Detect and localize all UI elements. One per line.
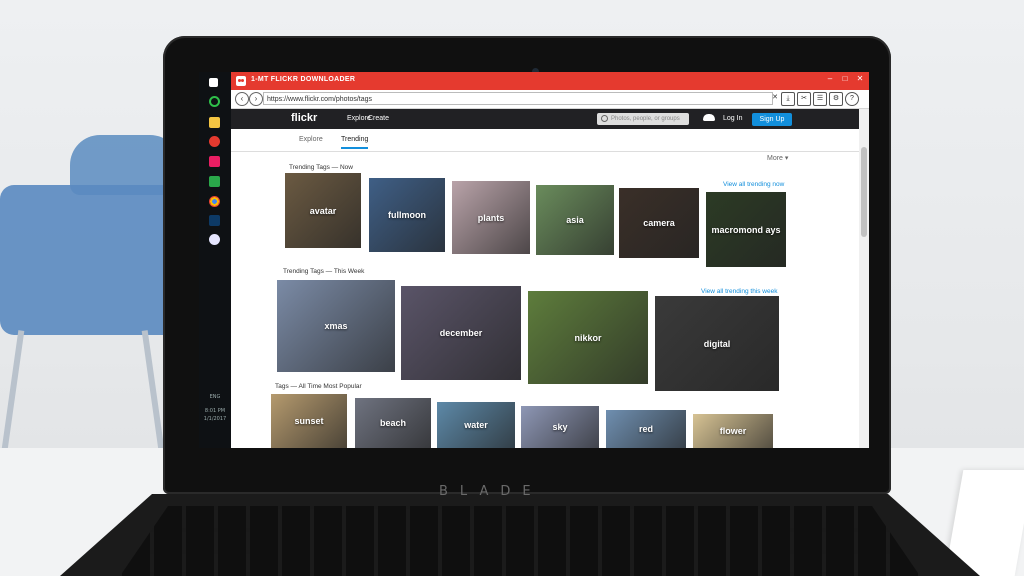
search-placeholder: Photos, people, or groups (611, 116, 680, 122)
downloader-icon[interactable] (209, 234, 220, 245)
tag-tile[interactable]: nikkor (528, 291, 648, 384)
tag-tile[interactable]: macromond ays (706, 192, 786, 267)
tag-tile[interactable]: red (606, 410, 686, 448)
tag-label: asia (566, 215, 584, 225)
tag-label: red (638, 424, 653, 434)
scrollbar[interactable] (859, 109, 869, 448)
nav-create[interactable]: Create (368, 115, 389, 122)
tag-label: nikkor (574, 332, 602, 343)
url-field[interactable]: https://www.flickr.com/photos/tags (263, 92, 773, 105)
tag-tile[interactable]: plants (452, 181, 530, 254)
screen: ENG 8:01 PM 1/1/2017 1-MT FLICKR DOWNLOA… (199, 72, 869, 448)
clock-time[interactable]: 8:01 PM (201, 408, 229, 414)
maximize-button[interactable]: □ (838, 74, 852, 83)
signup-button[interactable]: Sign Up (752, 113, 792, 126)
close-button[interactable]: ✕ (853, 74, 867, 83)
view-all-week-link[interactable]: View all trending this week (701, 288, 777, 295)
section-title-now: Trending Tags — Now (289, 164, 353, 171)
tag-label: beach (379, 418, 406, 428)
app-icon[interactable] (209, 156, 220, 167)
language-indicator[interactable]: ENG (201, 394, 229, 400)
tag-label: water (464, 420, 488, 430)
tag-label: flower (719, 426, 747, 436)
tag-label: plants (477, 212, 505, 223)
flickr-logo[interactable]: flickr (291, 112, 317, 124)
tag-label: camera (643, 218, 675, 228)
tools-icon[interactable]: ✂ (797, 92, 811, 106)
flickr-header: flickr Explore Create Photos, people, or… (231, 109, 859, 129)
tag-label: digital (703, 338, 731, 349)
chair-leg (141, 330, 165, 450)
app-title: 1-MT FLICKR DOWNLOADER (251, 76, 356, 83)
tag-tile[interactable]: xmas (277, 280, 395, 372)
title-bar: 1-MT FLICKR DOWNLOADER – □ ✕ (231, 72, 869, 90)
login-link[interactable]: Log In (723, 115, 742, 122)
tag-tile[interactable]: sunset (271, 394, 347, 448)
tag-tile[interactable]: digital (655, 296, 779, 391)
tag-tile[interactable]: camera (619, 188, 699, 258)
tag-label: sunset (294, 416, 324, 426)
search-icon (601, 115, 608, 122)
app-icon[interactable] (209, 136, 220, 147)
section-title-week: Trending Tags — This Week (283, 268, 365, 275)
view-all-now-link[interactable]: View all trending now (723, 181, 784, 188)
tag-label: avatar (309, 205, 337, 216)
list-icon[interactable]: ☰ (813, 92, 827, 106)
tag-tile[interactable]: avatar (285, 173, 361, 248)
address-bar: ‹ › https://www.flickr.com/photos/tags ✕… (231, 90, 869, 109)
keyboard (120, 506, 920, 576)
minimize-button[interactable]: – (823, 74, 837, 83)
section-title-popular: Tags — All Time Most Popular (275, 383, 362, 390)
more-dropdown[interactable]: More ▾ (767, 154, 788, 162)
tag-tile[interactable]: december (401, 286, 521, 380)
tag-label: fullmoon (388, 210, 426, 220)
sub-navigation: Explore Trending (231, 129, 859, 152)
app-icon[interactable] (209, 96, 220, 107)
back-button[interactable]: ‹ (235, 92, 249, 106)
tag-tile[interactable]: beach (355, 398, 431, 448)
app-logo-icon (236, 76, 246, 86)
tag-label: december (439, 328, 483, 338)
tag-tile[interactable]: sky (521, 406, 599, 448)
tag-tile[interactable]: fullmoon (369, 178, 445, 252)
app-icon[interactable] (209, 176, 220, 187)
tag-label: sky (552, 422, 568, 432)
forward-button[interactable]: › (249, 92, 263, 106)
windows-taskbar: ENG 8:01 PM 1/1/2017 (199, 72, 231, 448)
tag-label: xmas (324, 321, 348, 331)
tag-tile[interactable]: asia (536, 185, 614, 255)
app-icon[interactable] (209, 117, 220, 128)
tag-tile[interactable]: water (437, 402, 515, 448)
tab-trending[interactable]: Trending (341, 136, 369, 149)
tag-tile[interactable]: flower (693, 414, 773, 448)
chrome-icon[interactable] (209, 196, 220, 207)
scroll-thumb[interactable] (861, 147, 867, 237)
laptop-brand: BLADE (439, 484, 543, 499)
photoshop-icon[interactable] (209, 215, 220, 226)
search-input[interactable]: Photos, people, or groups (597, 113, 689, 125)
chair-leg (1, 330, 25, 450)
help-icon[interactable]: ? (845, 92, 859, 106)
app-window: 1-MT FLICKR DOWNLOADER – □ ✕ ‹ › https:/… (231, 72, 869, 448)
clock-date: 1/1/2017 (203, 416, 227, 422)
settings-icon[interactable]: ⚙ (829, 92, 843, 106)
clear-url-icon[interactable]: ✕ (769, 92, 781, 104)
download-icon[interactable]: ⤓ (781, 92, 795, 106)
tab-explore[interactable]: Explore (299, 136, 323, 143)
start-icon[interactable] (209, 78, 218, 87)
tag-label: macromond ays (711, 224, 781, 235)
upload-cloud-icon[interactable] (703, 114, 715, 121)
